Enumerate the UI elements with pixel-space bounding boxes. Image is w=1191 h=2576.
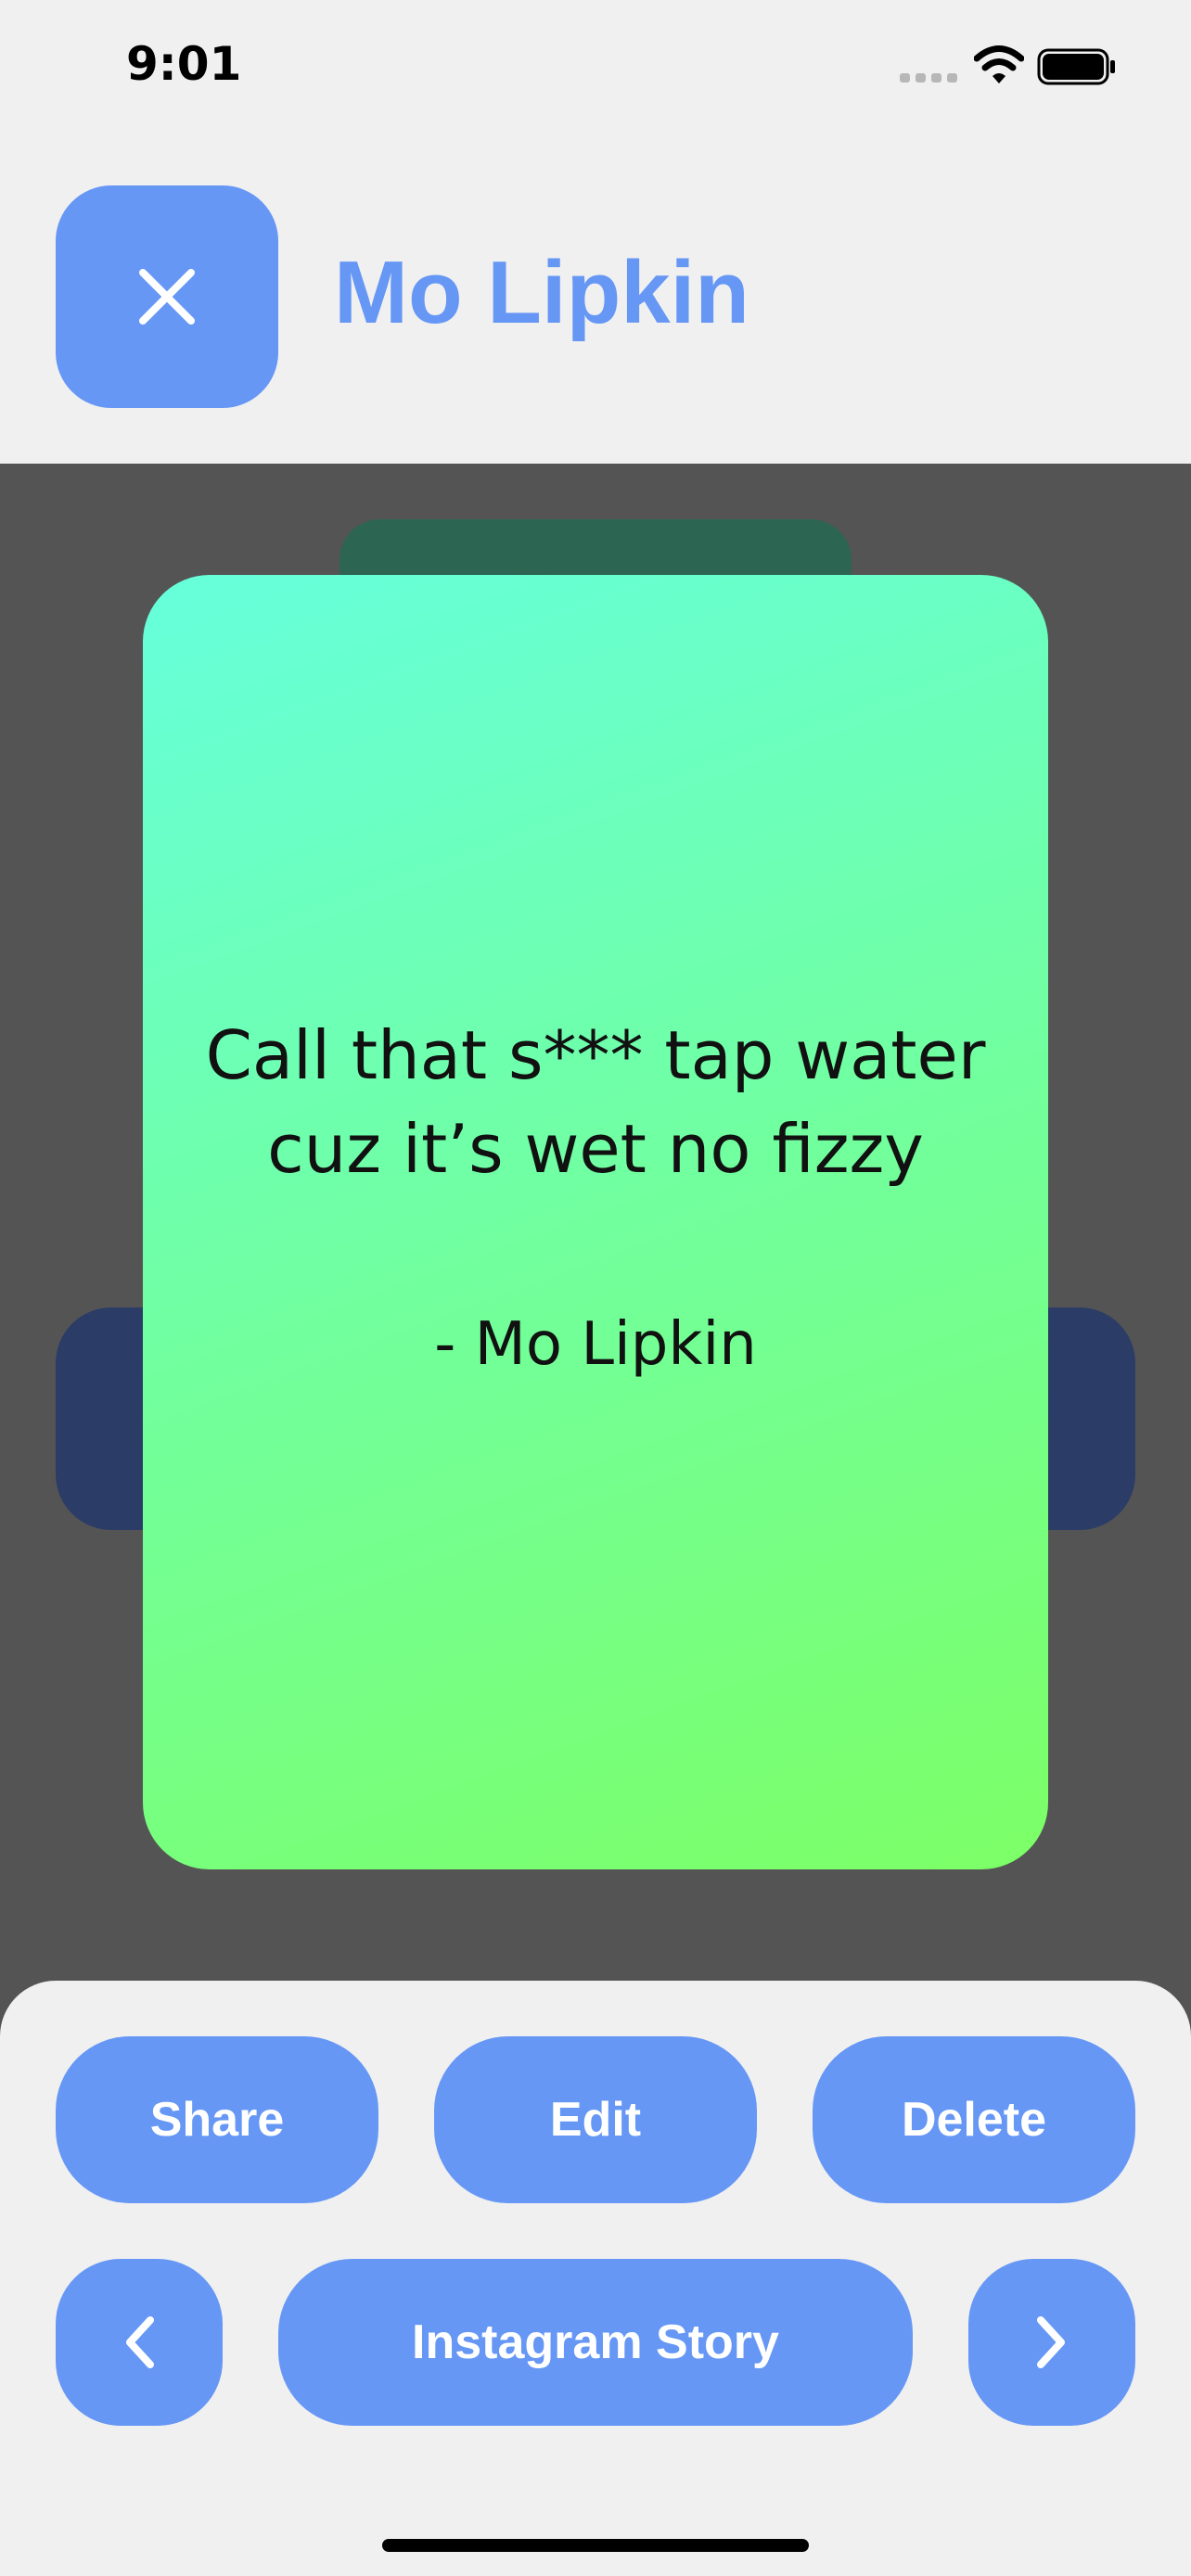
status-bar: 9:01 — [0, 0, 1191, 130]
signal-icon — [900, 73, 957, 83]
edit-button[interactable]: Edit — [434, 2036, 757, 2203]
page-title: Mo Lipkin — [334, 243, 749, 342]
close-icon — [139, 269, 195, 325]
instagram-story-button[interactable]: Instagram Story — [278, 2259, 913, 2426]
status-time: 9:01 — [126, 37, 242, 91]
wifi-icon — [974, 45, 1024, 83]
battery-icon — [1037, 48, 1115, 85]
home-indicator — [382, 2539, 809, 2552]
header: Mo Lipkin — [0, 130, 1191, 464]
chevron-left-icon — [126, 2316, 154, 2368]
quote-line: cuz it’s wet no fizzy — [267, 1110, 924, 1188]
share-button[interactable]: Share — [56, 2036, 378, 2203]
quote-line: Call that s*** tap water — [205, 1016, 986, 1094]
previous-button[interactable] — [56, 2259, 223, 2426]
close-button[interactable] — [56, 185, 278, 408]
next-button[interactable] — [968, 2259, 1135, 2426]
chevron-right-icon — [1037, 2316, 1065, 2368]
delete-button[interactable]: Delete — [813, 2036, 1135, 2203]
card-stage: Call that s*** tap water cuz it’s wet no… — [0, 464, 1191, 2040]
quote-author: - Mo Lipkin — [434, 1310, 757, 1379]
quote-text: Call that s*** tap water cuz it’s wet no… — [180, 1009, 1011, 1196]
quote-card[interactable]: Call that s*** tap water cuz it’s wet no… — [143, 575, 1048, 1869]
action-sheet: Share Edit Delete Instagram Story — [0, 1981, 1191, 2576]
